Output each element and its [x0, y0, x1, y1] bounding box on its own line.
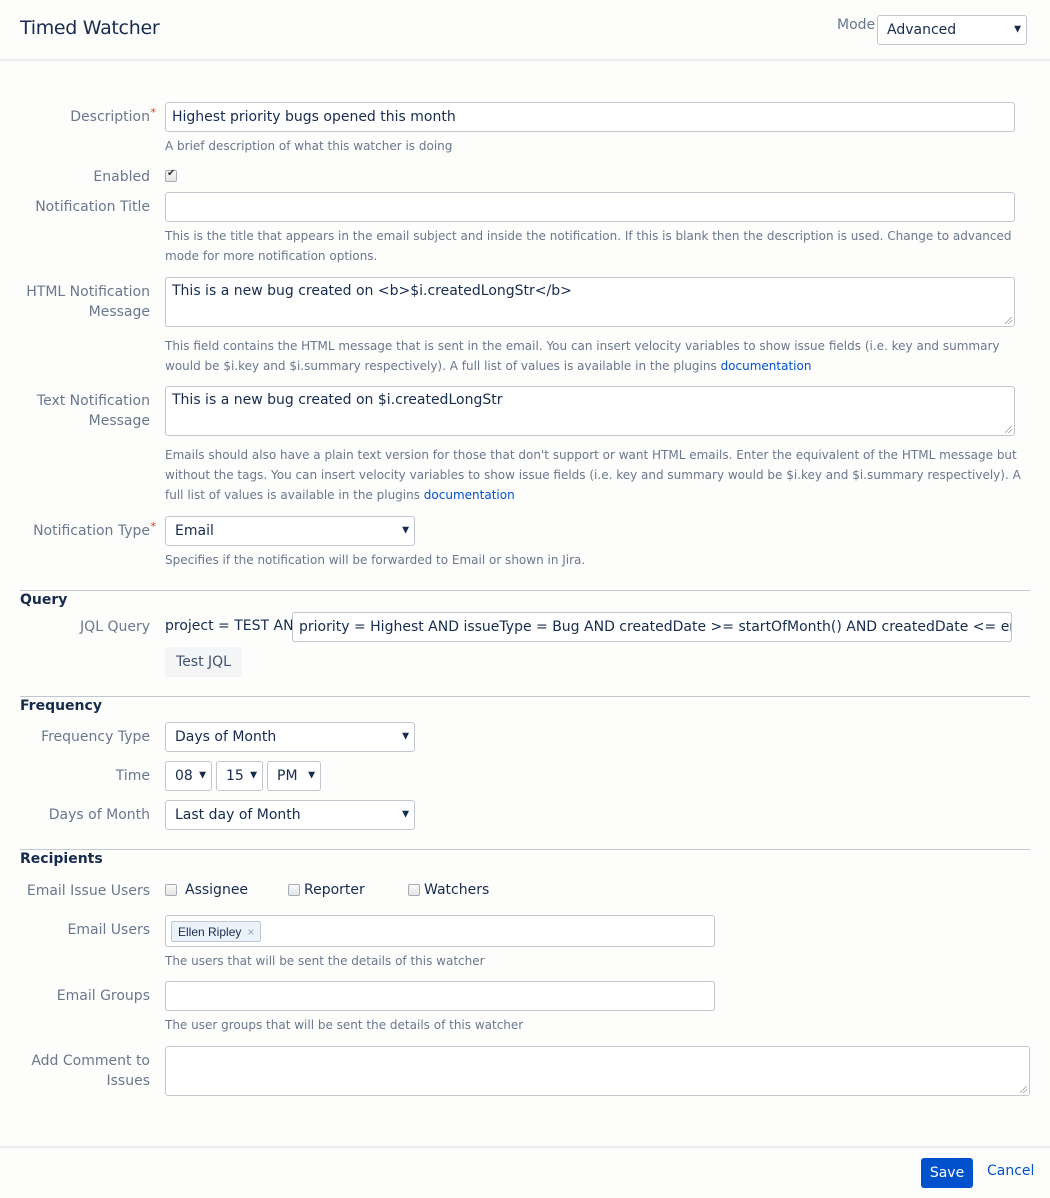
test-jql-button[interactable]: Test JQL — [165, 647, 242, 677]
jql-prefix: project = TEST AND — [165, 618, 305, 634]
notification-title-input[interactable] — [165, 192, 1015, 222]
description-help: A brief description of what this watcher… — [165, 139, 453, 153]
text-message-help-text: Emails should also have a plain text ver… — [165, 448, 1021, 502]
html-message-textarea[interactable]: This is a new bug created on <b>$i.creat… — [165, 277, 1015, 327]
time-label: Time — [115, 768, 150, 784]
assignee-label[interactable]: Assignee — [185, 882, 248, 898]
html-message-help-text: This field contains the HTML message tha… — [165, 339, 1000, 373]
enabled-checkbox[interactable] — [165, 168, 177, 182]
section-divider — [20, 590, 1030, 591]
frequency-type-value: Days of Month — [175, 729, 277, 745]
email-users-help: The users that will be sent the details … — [165, 954, 485, 968]
days-of-month-value: Last day of Month — [175, 807, 301, 823]
text-message-label-line2: Message — [88, 413, 150, 429]
email-issue-users-label: Email Issue Users — [26, 883, 150, 899]
resize-grip-icon[interactable] — [1020, 1086, 1027, 1093]
save-button[interactable]: Save — [921, 1158, 973, 1188]
text-message-textarea[interactable]: This is a new bug created on $i.createdL… — [165, 386, 1015, 436]
chevron-down-icon: ▼ — [250, 770, 257, 781]
jql-query-label: JQL Query — [80, 619, 150, 635]
description-input-value: Highest priority bugs opened this month — [172, 109, 456, 125]
ampm-value: PM — [277, 768, 298, 784]
notification-type-select[interactable]: Email ▼ — [165, 516, 415, 546]
text-message-value: This is a new bug created on $i.createdL… — [172, 392, 503, 408]
chevron-down-icon: ▼ — [402, 525, 409, 536]
notification-type-label: Notification Type * — [5, 520, 156, 541]
html-message-label: HTML Notification Message — [5, 282, 150, 322]
add-comment-label: Add Comment to Issues — [5, 1051, 150, 1091]
minute-select[interactable]: 15 ▼ — [216, 761, 263, 791]
description-input[interactable]: Highest priority bugs opened this month — [165, 102, 1015, 132]
description-label: Description * — [5, 106, 156, 127]
reporter-label[interactable]: Reporter — [304, 882, 365, 898]
chevron-down-icon: ▼ — [199, 770, 206, 781]
enabled-label: Enabled — [93, 169, 150, 185]
email-users-label: Email Users — [67, 922, 151, 938]
resize-grip-icon[interactable] — [1005, 426, 1012, 433]
days-of-month-label: Days of Month — [48, 807, 150, 823]
text-message-label: Text Notification Message — [5, 391, 150, 431]
notification-type-label-text: Notification Type — [33, 523, 150, 539]
text-message-help: Emails should also have a plain text ver… — [165, 445, 1025, 505]
days-of-month-select[interactable]: Last day of Month ▼ — [165, 800, 415, 830]
notification-type-help: Specifies if the notification will be fo… — [165, 553, 586, 567]
chevron-down-icon: ▼ — [1014, 24, 1021, 35]
add-comment-textarea[interactable] — [165, 1046, 1030, 1096]
page-footer — [0, 1146, 1050, 1198]
frequency-section-title: Frequency — [20, 698, 102, 714]
required-marker: * — [150, 520, 157, 533]
html-message-label-line1: HTML Notification — [26, 284, 150, 300]
notification-title-label: Notification Title — [35, 199, 150, 215]
frequency-type-label: Frequency Type — [41, 729, 150, 745]
section-divider — [20, 696, 1030, 697]
mode-select[interactable]: Advanced ▼ — [877, 15, 1027, 45]
email-groups-input[interactable] — [165, 981, 715, 1011]
user-tag: Ellen Ripley × — [171, 921, 262, 942]
jql-query-input[interactable]: priority = Highest AND issueType = Bug A… — [292, 612, 1012, 642]
cancel-button[interactable]: Cancel — [987, 1163, 1034, 1179]
email-groups-help: The user groups that will be sent the de… — [165, 1018, 524, 1032]
chevron-down-icon: ▼ — [402, 731, 409, 742]
notification-title-help: This is the title that appears in the em… — [165, 229, 1012, 263]
text-message-label-line1: Text Notification — [36, 393, 150, 409]
recipients-section-title: Recipients — [20, 851, 103, 867]
documentation-link[interactable]: documentation — [424, 488, 515, 502]
mode-select-value: Advanced — [887, 22, 957, 38]
user-tag-name: Ellen Ripley — [178, 924, 242, 939]
documentation-link[interactable]: documentation — [721, 359, 812, 373]
reporter-checkbox[interactable] — [288, 884, 300, 896]
chevron-down-icon: ▼ — [308, 770, 315, 781]
html-message-value: This is a new bug created on <b>$i.creat… — [172, 283, 572, 299]
add-comment-label-line1: Add Comment to — [31, 1053, 150, 1069]
add-comment-label-line2: Issues — [106, 1073, 151, 1089]
jql-query-value: priority = Highest AND issueType = Bug A… — [299, 619, 1011, 635]
assignee-checkbox[interactable] — [165, 884, 177, 896]
watchers-label[interactable]: Watchers — [424, 882, 489, 898]
hour-value: 08 — [175, 768, 193, 784]
frequency-type-select[interactable]: Days of Month ▼ — [165, 722, 415, 752]
hour-select[interactable]: 08 ▼ — [165, 761, 212, 791]
watchers-checkbox[interactable] — [408, 884, 420, 896]
ampm-select[interactable]: PM ▼ — [267, 761, 321, 791]
html-message-help: This field contains the HTML message tha… — [165, 336, 1025, 376]
query-section-title: Query — [20, 592, 68, 608]
page-header: Timed Watcher Mode Advanced ▼ — [0, 0, 1050, 61]
remove-icon[interactable]: × — [247, 925, 254, 939]
page-title: Timed Watcher — [20, 17, 160, 39]
required-marker: * — [150, 106, 157, 119]
section-divider — [20, 849, 1030, 850]
description-label-text: Description — [70, 109, 150, 125]
html-message-label-line2: Message — [88, 304, 150, 320]
minute-value: 15 — [226, 768, 244, 784]
email-groups-label: Email Groups — [56, 988, 150, 1004]
notification-type-value: Email — [175, 523, 214, 539]
mode-label: Mode — [837, 17, 876, 33]
resize-grip-icon[interactable] — [1005, 317, 1012, 324]
chevron-down-icon: ▼ — [402, 809, 409, 820]
